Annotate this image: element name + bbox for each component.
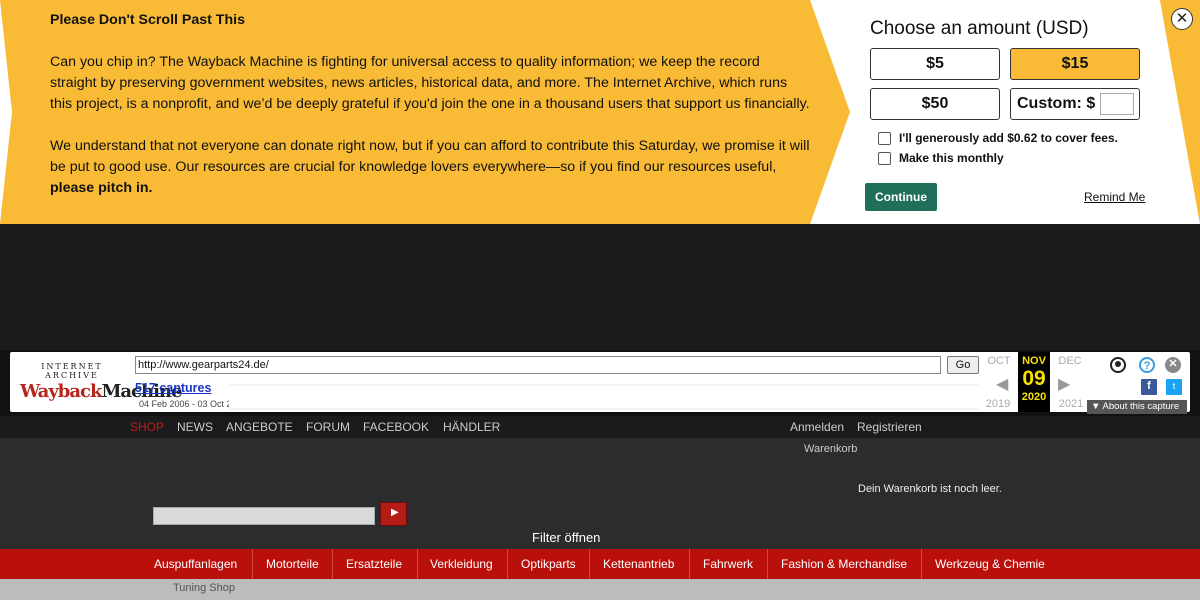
category-nav: Auspuffanlagen Motorteile Ersatzteile Ve… (0, 549, 1200, 579)
nav-angebote[interactable]: ANGEBOTE (226, 420, 293, 434)
capture-sparkline[interactable] (229, 384, 979, 410)
category-kettenantrieb[interactable]: Kettenantrieb (603, 549, 674, 579)
category-werkzeug-chemie[interactable]: Werkzeug & Chemie (935, 549, 1045, 579)
play-arrow-icon: ▶ (391, 507, 399, 518)
facebook-share-icon[interactable]: f (1141, 379, 1157, 395)
amount-50-button[interactable]: $50 (870, 88, 1000, 120)
donation-banner: Please Don't Scroll Past This Can you ch… (0, 0, 1200, 224)
wayback-toolbar: INTERNET ARCHIVE WaybackMachine http://w… (0, 350, 1200, 416)
nav-facebook[interactable]: FACEBOOK (363, 420, 429, 434)
donation-paragraph-2-bold: please pitch in. (50, 180, 153, 196)
category-fahrwerk[interactable]: Fahrwerk (703, 549, 753, 579)
current-day: 09 (1022, 367, 1046, 390)
captures-link[interactable]: 517 captures (135, 381, 211, 395)
about-capture-button[interactable]: ▼ About this capture (1087, 400, 1187, 414)
custom-amount-label: Custom: $ (1017, 95, 1096, 112)
register-link[interactable]: Registrieren (857, 420, 922, 434)
donation-paragraph-2: We understand that not everyone can dona… (50, 136, 810, 199)
donation-form-title: Choose an amount (USD) (870, 18, 1089, 39)
cart-link[interactable]: Warenkorb (804, 443, 857, 455)
next-month-label[interactable]: DEC (1054, 355, 1086, 367)
cover-fees-option[interactable]: I'll generously add $0.62 to cover fees. (878, 131, 1118, 145)
nav-news[interactable]: NEWS (177, 420, 213, 434)
user-account-icon[interactable] (1110, 357, 1126, 373)
category-optikparts[interactable]: Optikparts (521, 549, 576, 579)
site-search-button[interactable]: ▶ (380, 502, 407, 526)
current-capture-date: NOV 09 2020 (1018, 352, 1050, 412)
donation-message: Please Don't Scroll Past This Can you ch… (50, 10, 810, 220)
site-header: Warenkorb Dein Warenkorb ist noch leer. … (0, 438, 1200, 549)
site-top-nav: SHOP NEWS ANGEBOTE FORUM FACEBOOK HÄNDLE… (0, 416, 1200, 438)
nav-forum[interactable]: FORUM (306, 420, 350, 434)
capture-date-range: 04 Feb 2006 - 03 Oct 2 (139, 399, 231, 409)
nav-shop[interactable]: SHOP (130, 420, 164, 434)
category-fashion-merchandise[interactable]: Fashion & Merchandise (781, 549, 907, 579)
category-auspuffanlagen[interactable]: Auspuffanlagen (154, 549, 237, 579)
donation-paragraph-1: Can you chip in? The Wayback Machine is … (50, 54, 810, 112)
prev-year-label[interactable]: 2019 (982, 398, 1014, 410)
help-icon[interactable]: ? (1139, 357, 1155, 373)
remind-me-link[interactable]: Remind Me (1084, 190, 1145, 204)
donation-paragraph-2-text: We understand that not everyone can dona… (50, 138, 810, 175)
category-ersatzteile[interactable]: Ersatzteile (346, 549, 402, 579)
wayback-logo-main: WaybackMachine (20, 381, 182, 402)
twitter-share-icon[interactable]: t (1166, 379, 1182, 395)
caret-down-icon: ▼ (1091, 401, 1103, 412)
category-verkleidung[interactable]: Verkleidung (430, 549, 493, 579)
wayback-go-button[interactable]: Go (947, 356, 979, 374)
amount-5-button[interactable]: $5 (870, 48, 1000, 80)
amount-15-button[interactable]: $15 (1010, 48, 1140, 80)
site-search-input[interactable] (153, 507, 375, 525)
current-year: 2020 (1021, 391, 1047, 403)
next-capture-arrow-icon[interactable]: ▶ (1058, 374, 1070, 394)
next-year-label[interactable]: 2021 (1055, 398, 1087, 410)
close-banner-icon[interactable]: ✕ (1171, 8, 1193, 30)
close-toolbar-icon[interactable]: ✕ (1165, 357, 1181, 373)
cart-empty-message: Dein Warenkorb ist noch leer. (858, 483, 1002, 495)
filter-toggle[interactable]: Filter öffnen (532, 530, 600, 545)
custom-amount-box[interactable]: Custom: $ (1010, 88, 1140, 120)
prev-month-label[interactable]: OCT (983, 355, 1015, 367)
donation-form: Choose an amount (USD) $5 $15 $50 Custom… (865, 18, 1155, 211)
category-motorteile[interactable]: Motorteile (266, 549, 319, 579)
cover-fees-label: I'll generously add $0.62 to cover fees. (899, 131, 1118, 145)
monthly-option[interactable]: Make this monthly (878, 151, 1004, 165)
breadcrumb-bar: Tuning Shop (0, 579, 1200, 600)
prev-capture-arrow-icon[interactable]: ◀ (996, 374, 1008, 394)
custom-amount-input[interactable] (1100, 93, 1134, 115)
wayback-url-input[interactable]: http://www.gearparts24.de/ (135, 356, 941, 374)
nav-haendler[interactable]: HÄNDLER (443, 420, 500, 434)
wayback-logo[interactable]: INTERNET ARCHIVE WaybackMachine (20, 362, 182, 402)
cover-fees-checkbox[interactable] (878, 131, 891, 145)
login-link[interactable]: Anmelden (790, 420, 844, 434)
monthly-label: Make this monthly (899, 151, 1004, 165)
breadcrumb[interactable]: Tuning Shop (173, 582, 235, 594)
monthly-checkbox[interactable] (878, 151, 891, 165)
continue-button[interactable]: Continue (865, 183, 937, 211)
donation-heading: Please Don't Scroll Past This (50, 12, 245, 28)
wayback-logo-top: INTERNET ARCHIVE (41, 362, 103, 380)
current-month: NOV (1022, 355, 1046, 367)
